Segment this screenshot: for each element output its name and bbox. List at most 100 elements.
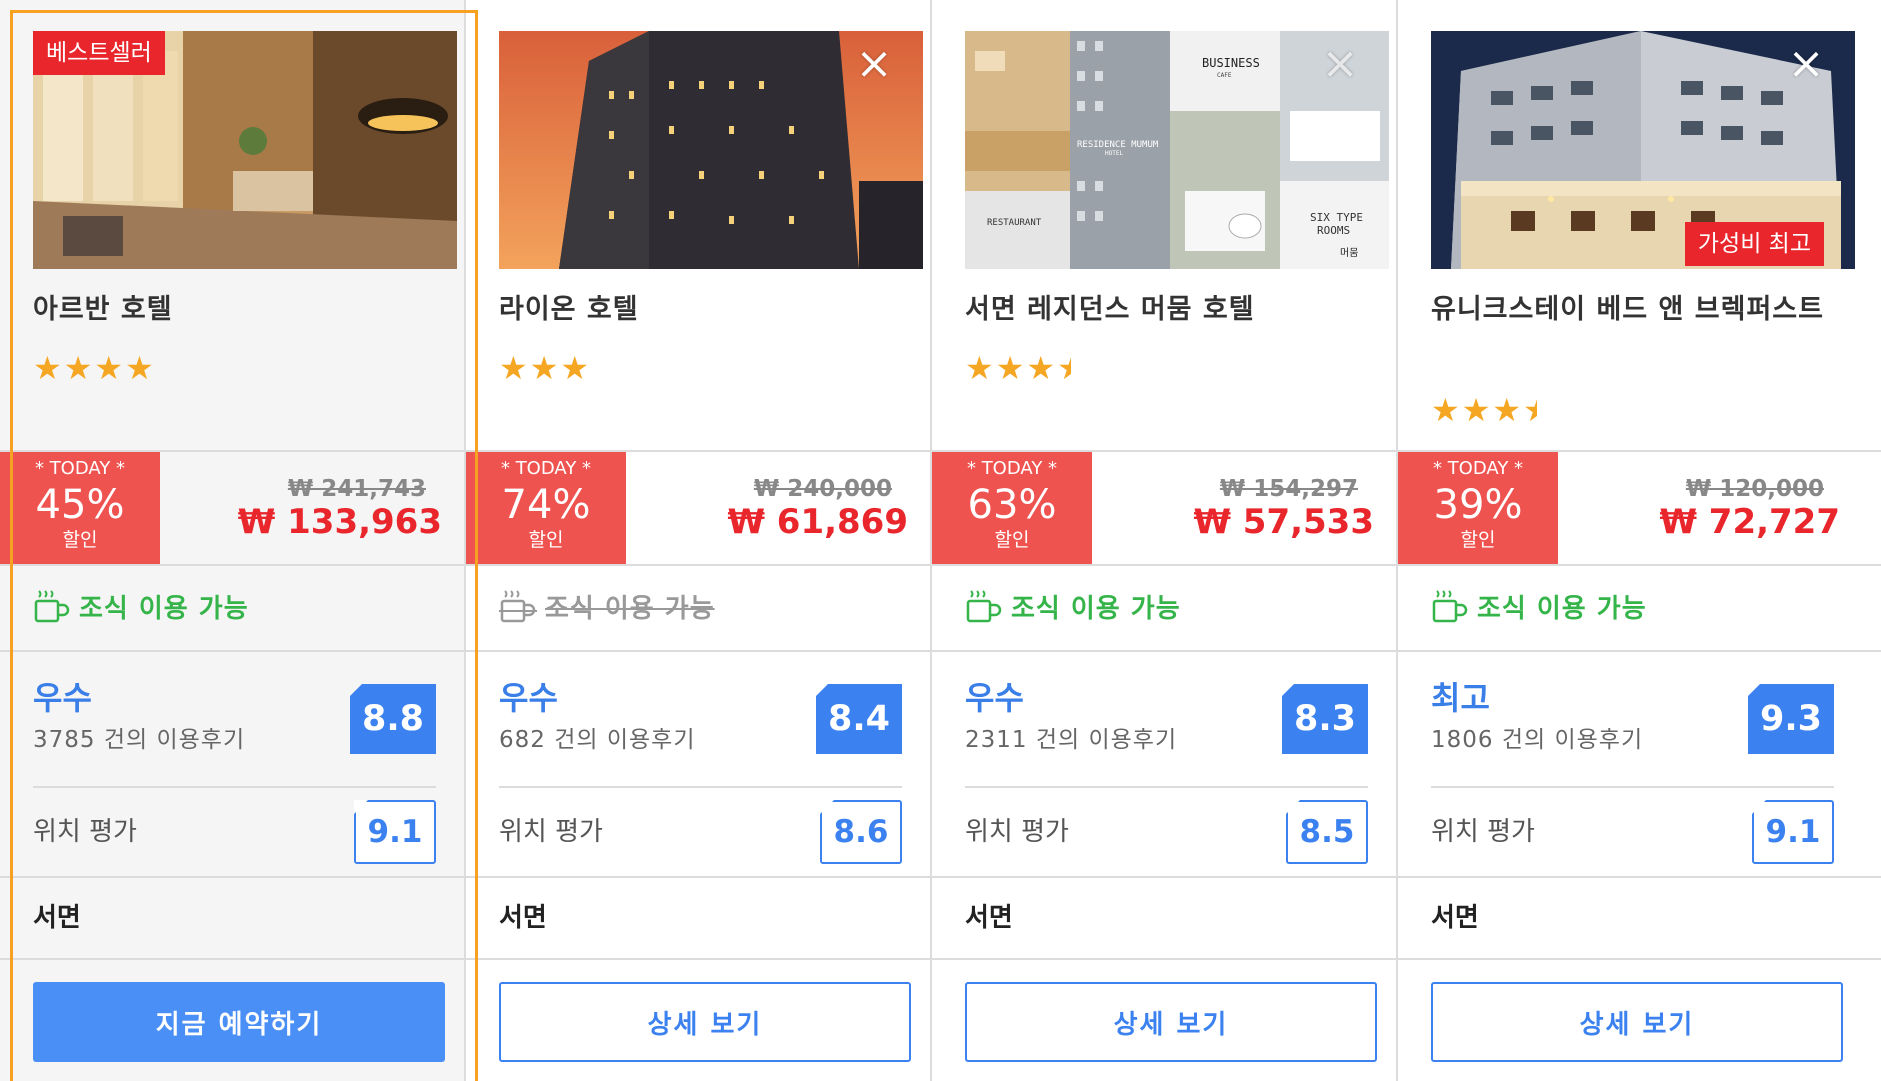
hotel-name[interactable]: 유니크스테이 베드 앤 브렉퍼스트	[1431, 290, 1831, 330]
divider	[932, 876, 1398, 878]
review-count[interactable]: 2311 건의 이용후기	[965, 724, 1177, 756]
location-rating-label: 위치 평가	[33, 817, 137, 847]
hotel-name[interactable]: 라이온 호텔	[499, 290, 899, 330]
review-count[interactable]: 1806 건의 이용후기	[1431, 724, 1643, 756]
review-score-badge: 8.4	[816, 684, 902, 754]
today-label: * TODAY *	[1432, 458, 1524, 479]
area-name: 서면	[499, 903, 547, 933]
today-label: * TODAY *	[966, 458, 1058, 479]
area-name: 서면	[965, 903, 1013, 933]
six-type-label: SIX TYPE	[1310, 211, 1363, 224]
cafe-sublabel: CAFE	[1217, 72, 1232, 79]
discounted-price: ₩ 57,533	[1193, 502, 1374, 542]
divider	[0, 876, 466, 878]
score-separator	[499, 786, 902, 788]
coffee-cup-icon	[966, 590, 1002, 623]
residence-label: RESIDENCE MUMUM	[1077, 140, 1159, 150]
discount-percent: 74%	[501, 482, 591, 528]
location-score-badge: 9.1	[354, 800, 436, 864]
hotel-card-1[interactable]: 베스트셀러 아르반 호텔 ★★★★ * TODAY * 45% 할인 ₩ 241…	[0, 0, 478, 1081]
area-name: 서면	[1431, 903, 1479, 933]
view-details-button[interactable]: 상세 보기	[499, 982, 911, 1062]
today-discount-box: * TODAY * 39% 할인	[1398, 452, 1558, 564]
original-price: ₩ 241,743	[287, 476, 426, 502]
discount-label: 할인	[994, 529, 1030, 551]
discount-label: 할인	[62, 529, 98, 551]
coffee-cup-icon	[1432, 590, 1468, 623]
coffee-cup-icon	[499, 590, 537, 623]
book-now-button[interactable]: 지금 예약하기	[33, 982, 445, 1062]
location-rating-label: 위치 평가	[1431, 817, 1535, 847]
divider	[466, 876, 932, 878]
view-details-button[interactable]: 상세 보기	[965, 982, 1377, 1062]
today-discount-box: * TODAY * 63% 할인	[932, 452, 1092, 564]
review-score-badge: 8.8	[350, 684, 436, 754]
close-icon[interactable]: ×	[1784, 42, 1828, 86]
today-discount-box: * TODAY * 45% 할인	[0, 452, 160, 564]
breakfast-label: 조식 이용 가능	[1477, 593, 1647, 624]
breakfast-info: 조식 이용 가능	[33, 586, 249, 626]
divider	[1398, 564, 1881, 566]
close-icon[interactable]: ×	[1318, 42, 1362, 86]
review-score-badge: 8.3	[1282, 684, 1368, 754]
bestseller-badge: 베스트셀러	[33, 31, 165, 75]
rating-word: 우수	[965, 679, 1024, 717]
review-score-badge: 9.3	[1748, 684, 1834, 754]
review-count[interactable]: 682 건의 이용후기	[499, 724, 695, 756]
restaurant-label: RESTAURANT	[987, 218, 1042, 228]
divider	[932, 650, 1398, 652]
area-name: 서면	[33, 903, 81, 933]
today-label: * TODAY *	[34, 458, 126, 479]
divider	[1398, 958, 1881, 960]
hotel-card-4[interactable]: × 가성비 최고 유니크스테이 베드 앤 브렉퍼스트 ★★★★ * TODAY …	[1398, 0, 1881, 1081]
divider	[0, 958, 466, 960]
best-value-badge: 가성비 최고	[1684, 222, 1824, 266]
brand-logo-text: 머뭄	[1340, 247, 1358, 259]
location-score-badge: 9.1	[1752, 800, 1834, 864]
original-price: ₩ 240,000	[753, 476, 892, 502]
today-discount-box: * TODAY * 74% 할인	[466, 452, 626, 564]
divider	[0, 564, 466, 566]
close-icon[interactable]: ×	[852, 42, 896, 86]
half-star-icon: ★	[1523, 392, 1537, 428]
rating-word: 우수	[33, 679, 92, 717]
coffee-cup-icon	[34, 590, 70, 623]
divider	[932, 958, 1398, 960]
divider	[1398, 650, 1881, 652]
hotel-card-3[interactable]: BUSINESS CAFE RESIDENCE MUMUM HOTEL REST…	[932, 0, 1398, 1081]
divider	[0, 650, 466, 652]
breakfast-info: 조식 이용 가능	[965, 586, 1181, 626]
location-rating-label: 위치 평가	[499, 817, 603, 847]
discounted-price: ₩ 72,727	[1659, 502, 1840, 542]
location-rating-label: 위치 평가	[965, 817, 1069, 847]
rooms-label: ROOMS	[1317, 224, 1350, 237]
discounted-price: ₩ 133,963	[237, 502, 442, 542]
divider	[466, 958, 932, 960]
discount-percent: 63%	[967, 482, 1057, 528]
hotel-card-2[interactable]: × 라이온 호텔 ★★★ * TODAY * 74% 할인 ₩ 240,000 …	[466, 0, 932, 1081]
breakfast-label: 조식 이용 가능	[79, 593, 249, 624]
divider	[1398, 876, 1881, 878]
hotel-comparison-grid: 베스트셀러 아르반 호텔 ★★★★ * TODAY * 45% 할인 ₩ 241…	[0, 0, 1881, 1081]
breakfast-info: 조식 이용 가능	[1431, 586, 1647, 626]
location-score-badge: 8.6	[820, 800, 902, 864]
divider	[466, 564, 932, 566]
half-star-icon: ★	[1057, 350, 1071, 386]
score-separator	[1431, 786, 1834, 788]
business-cafe-label: BUSINESS	[1202, 56, 1260, 70]
breakfast-info: 조식 이용 가능	[499, 586, 715, 626]
discount-label: 할인	[528, 529, 564, 551]
view-details-button[interactable]: 상세 보기	[1431, 982, 1843, 1062]
hotel-name[interactable]: 아르반 호텔	[33, 290, 433, 330]
divider	[466, 650, 932, 652]
location-score-badge: 8.5	[1286, 800, 1368, 864]
hotel-name[interactable]: 서면 레지던스 머뭄 호텔	[965, 290, 1365, 330]
score-separator	[33, 786, 436, 788]
star-rating: ★★★★	[33, 349, 156, 387]
discount-percent: 45%	[35, 482, 125, 528]
breakfast-label: 조식 이용 가능	[1011, 593, 1181, 624]
divider	[932, 564, 1398, 566]
discounted-price: ₩ 61,869	[727, 502, 908, 542]
rating-word: 우수	[499, 679, 558, 717]
review-count[interactable]: 3785 건의 이용후기	[33, 724, 245, 756]
